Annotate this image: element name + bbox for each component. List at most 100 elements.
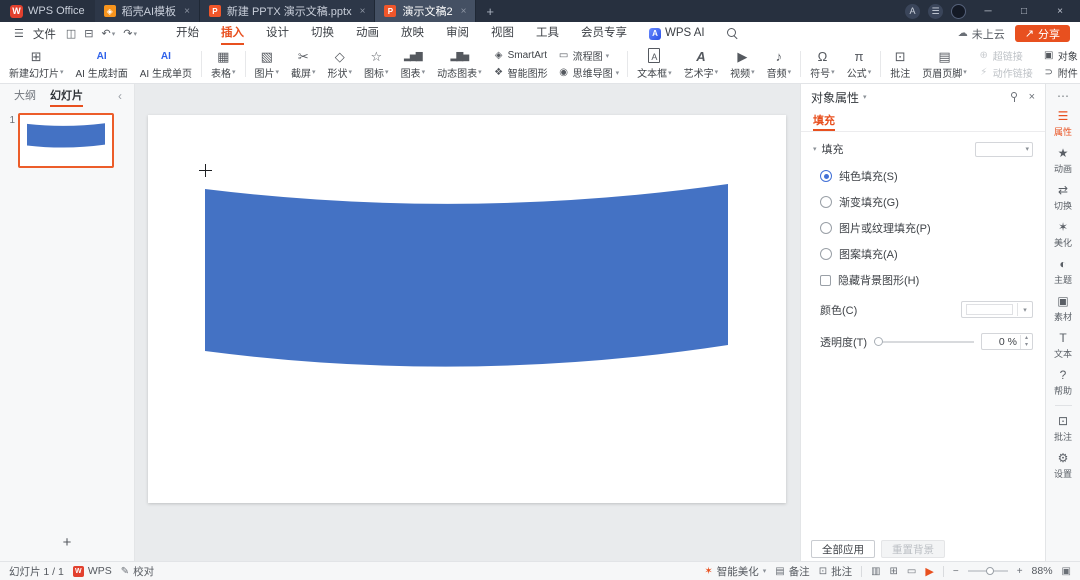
notes-button[interactable]: ▤ 备注 xyxy=(775,564,809,579)
doc-tab-pptx[interactable]: P 新建 PPTX 演示文稿.pptx × xyxy=(199,0,376,22)
attachment-button[interactable]: ⊃ 附件 xyxy=(1043,66,1080,80)
transparency-stepper[interactable]: 0 % ▴ ▾ xyxy=(981,333,1033,350)
file-menu-button[interactable]: ☰ 文件 xyxy=(0,26,62,42)
fit-screen-button[interactable]: ▣ xyxy=(1062,566,1071,577)
menu-transition[interactable]: 切换 xyxy=(300,22,345,45)
symbol-button[interactable]: Ω 符号 ▾ xyxy=(804,45,841,83)
textbox-button[interactable]: A 文本框 ▾ xyxy=(631,45,678,83)
menu-view[interactable]: 视图 xyxy=(480,22,525,45)
sidebar-item-beautify[interactable]: ✶ 美化 xyxy=(1046,216,1080,253)
close-tab-icon[interactable]: × xyxy=(182,6,190,17)
sidebar-item-settings[interactable]: ⚙ 设置 xyxy=(1046,447,1080,484)
menu-wps-ai[interactable]: A WPS AI xyxy=(638,22,716,45)
formula-button[interactable]: π 公式 ▾ xyxy=(841,45,878,83)
smartart-button[interactable]: ◈ SmartArt xyxy=(493,49,548,63)
comment-button[interactable]: ⊡ 批注 xyxy=(884,45,916,83)
sidebar-item-text[interactable]: T 文本 xyxy=(1046,327,1080,364)
sidebar-item-comments[interactable]: ⊡ 批注 xyxy=(1046,410,1080,447)
flowchart-button[interactable]: ▭ 流程图 ▾ xyxy=(558,49,620,63)
radio-gradient-fill[interactable]: 渐变填充(G) xyxy=(820,194,1033,210)
smart-beautify-button[interactable]: ✶ 智能美化 ▾ xyxy=(704,564,766,579)
zoom-level[interactable]: 88% xyxy=(1032,565,1053,577)
redo-button[interactable]: ↷ ▾ xyxy=(119,27,141,40)
undo-button[interactable]: ↶ ▾ xyxy=(98,27,120,40)
zoom-slider[interactable] xyxy=(967,567,1008,575)
minimize-button[interactable]: ─ xyxy=(974,6,1002,17)
more-tools-button[interactable]: ⋯ xyxy=(1057,89,1069,105)
screenshot-button[interactable]: ✂ 截屏 ▾ xyxy=(285,45,322,83)
object-button[interactable]: ▣对象▾ xyxy=(1043,49,1080,63)
avatar[interactable] xyxy=(951,3,966,19)
pin-icon[interactable] xyxy=(1009,91,1019,103)
close-tab-icon[interactable]: × xyxy=(459,6,467,17)
search-button[interactable] xyxy=(716,22,749,45)
step-down-icon[interactable]: ▾ xyxy=(1025,342,1028,349)
sidebar-item-theme[interactable]: ◐ 主题 xyxy=(1046,253,1080,290)
sidebar-item-properties[interactable]: ☰ 属性 xyxy=(1046,105,1080,142)
video-button[interactable]: ▶ 视频 ▾ xyxy=(724,45,761,83)
picture-button[interactable]: ▧ 图片 ▾ xyxy=(249,45,286,83)
wps-status-button[interactable]: W WPS xyxy=(72,565,112,577)
new-slide-button[interactable]: ⊞ 新建幻灯片 ▾ xyxy=(3,45,70,83)
comments-button[interactable]: ⊡ 批注 xyxy=(819,564,852,579)
chart-button[interactable]: ▂▅▇ 图表 ▾ xyxy=(395,45,432,83)
tab-outline[interactable]: 大纲 xyxy=(14,84,36,108)
editing-canvas[interactable]: A xyxy=(135,84,800,561)
view-sorter-button[interactable]: ⊞ xyxy=(890,566,898,577)
messages-icon[interactable]: ☰ xyxy=(928,3,943,19)
menu-design[interactable]: 设计 xyxy=(255,22,300,45)
menu-home[interactable]: 开始 xyxy=(165,22,210,45)
hyperlink-button[interactable]: ⊕ 超链接 xyxy=(978,49,1033,63)
doc-tab-docer[interactable]: ◈ 稻壳AI模板 × xyxy=(94,0,200,22)
transparency-slider[interactable] xyxy=(874,336,974,346)
step-up-icon[interactable]: ▴ xyxy=(1025,335,1028,342)
share-button[interactable]: ↗ 分享 xyxy=(1014,25,1070,42)
shapes-button[interactable]: ◇ 形状 ▾ xyxy=(322,45,359,83)
zoom-in-button[interactable]: + xyxy=(1017,566,1023,577)
mindmap-button[interactable]: ◉ 思维导图 ▾ xyxy=(558,66,619,80)
close-tab-icon[interactable]: × xyxy=(358,6,366,17)
curved-banner-shape[interactable] xyxy=(205,175,728,370)
collapse-panel-icon[interactable]: ‹ xyxy=(118,89,122,103)
wordart-button[interactable]: A 艺术字 ▾ xyxy=(678,45,725,83)
view-normal-button[interactable]: ▥ xyxy=(871,566,880,577)
proofread-button[interactable]: ✎ 校对 xyxy=(121,564,154,579)
add-slide-button[interactable]: + xyxy=(63,534,72,551)
home-tab[interactable]: W WPS Office xyxy=(0,0,95,22)
icon-library-button[interactable]: ☆ 图标 ▾ xyxy=(358,45,395,83)
view-reading-button[interactable]: ▭ xyxy=(907,566,916,577)
ai-page-button[interactable]: AI AI 生成单页 xyxy=(134,45,198,83)
sidebar-item-transition[interactable]: ⇄ 切换 xyxy=(1046,179,1080,216)
sidebar-item-assets[interactable]: ▣ 素材 xyxy=(1046,290,1080,327)
close-window-button[interactable]: × xyxy=(1046,6,1074,17)
fill-section-header[interactable]: ▾ 填充 ▾ xyxy=(813,141,1033,157)
smart-graphic-button[interactable]: ❖ 智能图形 xyxy=(493,66,547,80)
tab-slides[interactable]: 幻灯片 xyxy=(50,84,83,108)
zoom-slider-handle[interactable] xyxy=(985,567,994,575)
assistant-icon[interactable]: A xyxy=(905,3,920,19)
menu-tools[interactable]: 工具 xyxy=(525,22,570,45)
checkbox-hide-background[interactable]: 隐藏背景图形(H) xyxy=(820,272,1033,288)
sidebar-item-help[interactable]: ? 帮助 xyxy=(1046,364,1080,401)
sidebar-item-animation[interactable]: ★ 动画 xyxy=(1046,142,1080,179)
menu-review[interactable]: 审阅 xyxy=(435,22,480,45)
save-button[interactable]: ◫ xyxy=(62,27,80,40)
radio-pattern-fill[interactable]: 图案填充(A) xyxy=(820,246,1033,262)
menu-slideshow[interactable]: 放映 xyxy=(390,22,435,45)
maximize-button[interactable]: □ xyxy=(1010,6,1038,17)
play-slideshow-button[interactable]: ▶ xyxy=(925,565,933,578)
slider-handle[interactable] xyxy=(874,336,884,346)
ai-cover-button[interactable]: AI AI 生成封面 xyxy=(70,45,134,83)
slide-thumbnail[interactable] xyxy=(18,113,114,168)
slide[interactable] xyxy=(148,115,786,503)
cloud-status[interactable]: ☁ 未上云 xyxy=(958,26,1005,42)
table-button[interactable]: ▦ 表格 ▾ xyxy=(205,45,242,83)
menu-animation[interactable]: 动画 xyxy=(345,22,390,45)
header-footer-button[interactable]: ▤ 页眉页脚 ▾ xyxy=(916,45,973,83)
doc-tab-active[interactable]: P 演示文稿2 × xyxy=(375,0,477,22)
print-button[interactable]: ⊟ xyxy=(80,27,97,40)
close-panel-icon[interactable]: × xyxy=(1029,91,1035,103)
menu-insert[interactable]: 插入 xyxy=(210,22,255,45)
fill-preset-select[interactable]: ▾ xyxy=(975,141,1033,157)
action-link-button[interactable]: ⚡ 动作链接 xyxy=(978,66,1033,80)
